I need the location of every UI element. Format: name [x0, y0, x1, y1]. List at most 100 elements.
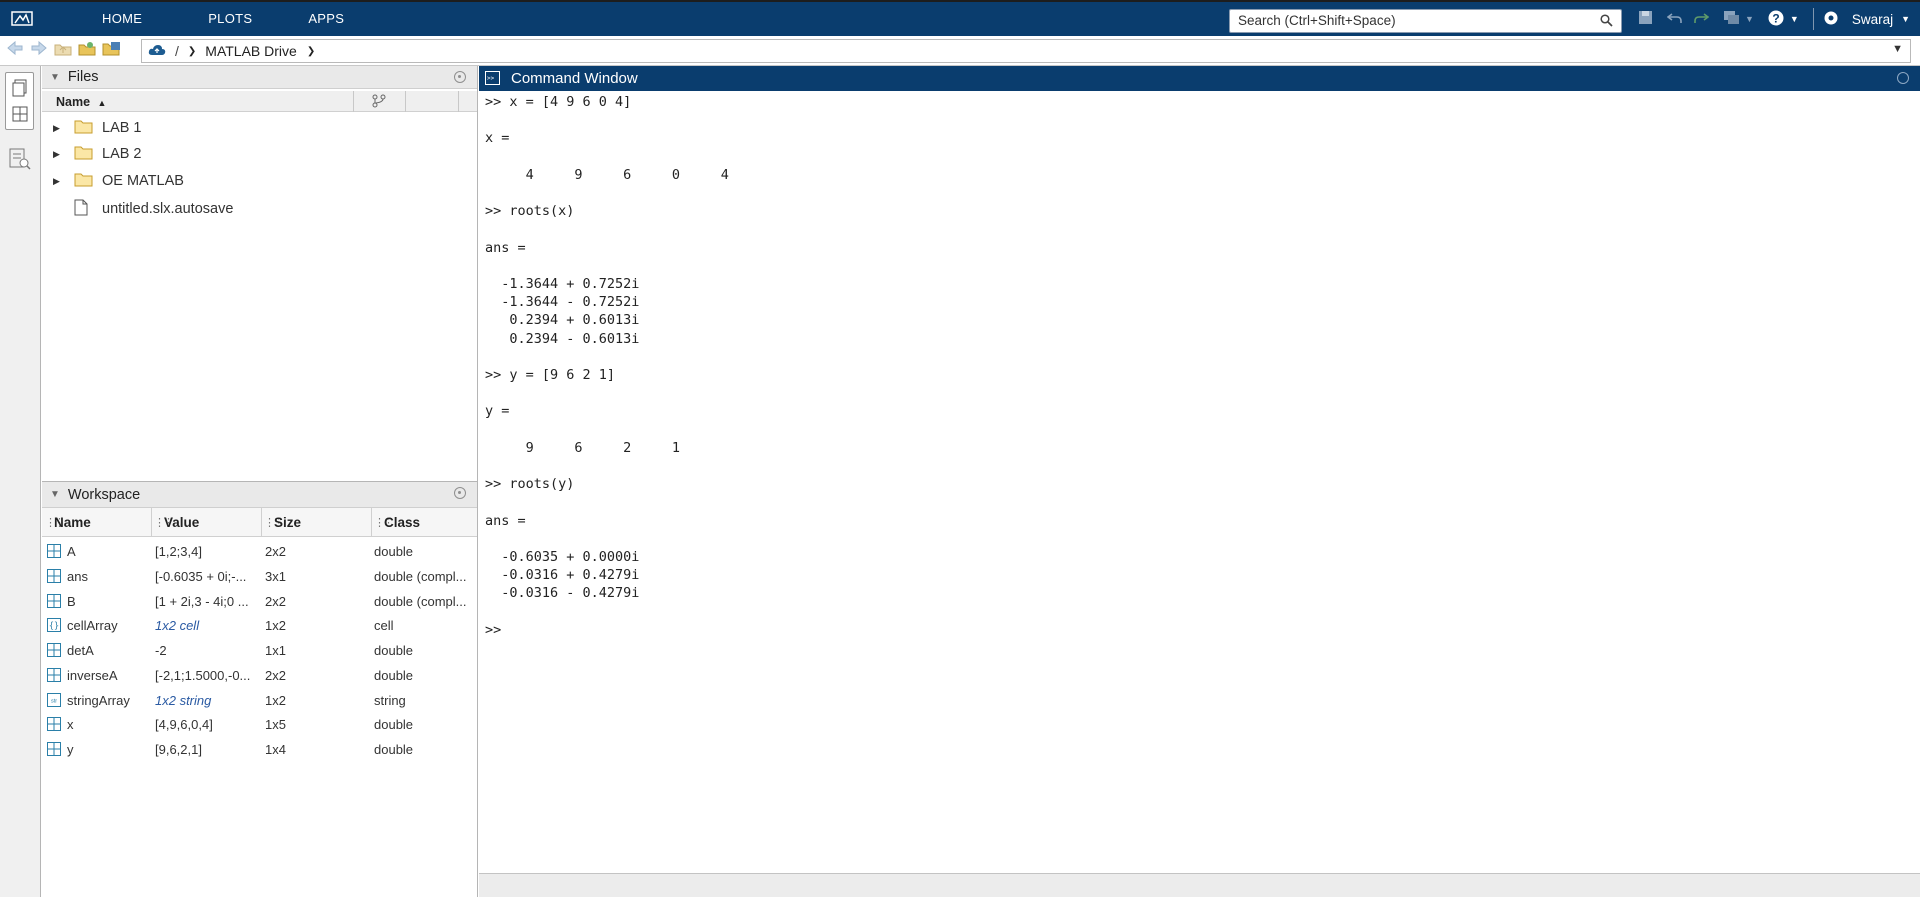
- variable-size: 1x2: [265, 693, 286, 708]
- expand-triangle-icon[interactable]: ▶: [53, 176, 62, 187]
- browse-folder-icon[interactable]: [78, 40, 96, 59]
- files-panel-icon[interactable]: [12, 79, 28, 100]
- matrix-icon: [47, 594, 61, 608]
- variable-size: 1x5: [265, 717, 286, 732]
- workspace-row-B[interactable]: B [1 + 2i,3 - 4i;0 ... 2x2 double (compl…: [42, 588, 477, 613]
- breadcrumb-root[interactable]: /: [175, 43, 179, 59]
- folder-row-oe-matlab[interactable]: ▶ OE MATLAB: [42, 169, 477, 193]
- user-chevron-down-icon[interactable]: ▼: [1901, 14, 1910, 24]
- up-folder-icon[interactable]: [54, 40, 72, 59]
- workspace-row-A[interactable]: A [1,2;3,4] 2x2 double: [42, 538, 477, 563]
- command-output[interactable]: >> x = [4 9 6 0 4] x = 4 9 6 0 4 >> root…: [485, 93, 729, 639]
- command-window-title: Command Window: [511, 70, 638, 87]
- search-icon[interactable]: [1600, 14, 1613, 30]
- folder-name: OE MATLAB: [102, 173, 184, 189]
- column-divider: [261, 508, 262, 537]
- variable-value: [4,9,6,0,4]: [155, 717, 213, 732]
- workspace-row-cellArray[interactable]: {} cellArray 1x2 cell 1x2 cell: [42, 612, 477, 637]
- class-column-header[interactable]: Class: [384, 515, 420, 530]
- workspace-panel-icon[interactable]: [12, 106, 28, 125]
- help-icon[interactable]: ?: [1768, 10, 1784, 29]
- breadcrumb-separator-icon: ❯: [187, 45, 197, 57]
- variable-size: 1x1: [265, 643, 286, 658]
- value-column-header[interactable]: Value: [164, 515, 199, 530]
- variable-name: cellArray: [67, 618, 118, 633]
- variable-name: inverseA: [67, 668, 118, 683]
- folder-row-lab1[interactable]: ▶ LAB 1: [42, 116, 477, 140]
- variable-value: [9,6,2,1]: [155, 742, 202, 757]
- workspace-panel-title: Workspace: [67, 486, 141, 503]
- path-history-chevron-down-icon[interactable]: ▼: [1892, 43, 1903, 55]
- variable-value: [1,2;3,4]: [155, 544, 202, 559]
- search-placeholder: Search (Ctrl+Shift+Space): [1238, 13, 1396, 28]
- undo-icon[interactable]: [1666, 11, 1683, 28]
- search-input[interactable]: Search (Ctrl+Shift+Space): [1229, 9, 1622, 33]
- file-name: untitled.slx.autosave: [102, 201, 234, 217]
- help-chevron-down-icon[interactable]: ▼: [1790, 14, 1799, 24]
- variable-name: stringArray: [67, 693, 130, 708]
- name-column-header[interactable]: Name: [54, 515, 91, 530]
- name-column-header[interactable]: Name ▲: [56, 95, 106, 109]
- file-row-untitled-autosave[interactable]: untitled.slx.autosave: [42, 197, 477, 221]
- variable-value: -2: [155, 643, 167, 658]
- variable-class: double: [374, 668, 414, 683]
- panel-options-icon[interactable]: [454, 71, 466, 83]
- redo-icon[interactable]: [1693, 11, 1710, 28]
- tab-apps[interactable]: APPS: [290, 2, 362, 36]
- folder-icon: [74, 119, 93, 138]
- save-icon[interactable]: [1638, 10, 1653, 28]
- chevron-down-icon[interactable]: ▼: [1745, 14, 1754, 24]
- divider: [1812, 8, 1814, 30]
- variable-class: double: [374, 742, 414, 757]
- column-divider: [371, 508, 372, 537]
- variable-size: 3x1: [265, 569, 286, 584]
- workspace-row-ans[interactable]: ans [-0.6035 + 0i;-... 3x1 double (compl…: [42, 563, 477, 588]
- breadcrumb-folder[interactable]: MATLAB Drive: [205, 43, 297, 59]
- current-folder-path[interactable]: / ❯ MATLAB Drive ❯ ▼: [141, 39, 1911, 63]
- tab-home[interactable]: HOME: [74, 2, 170, 36]
- panel-toggle-group: [5, 72, 34, 130]
- switch-windows-icon[interactable]: [1723, 10, 1741, 28]
- cloud-icon[interactable]: [148, 43, 166, 59]
- svg-text:>>: >>: [487, 75, 495, 82]
- folder-icon: [74, 172, 93, 191]
- back-arrow-icon[interactable]: [6, 40, 24, 59]
- name-column-label: Name: [56, 95, 91, 109]
- file-details-icon[interactable]: [9, 148, 31, 173]
- svg-text:{}: {}: [49, 622, 59, 632]
- svg-text:?: ?: [1772, 11, 1779, 25]
- workspace-panel-header: ▼ Workspace: [42, 482, 477, 508]
- workspace-row-detA[interactable]: detA -2 1x1 double: [42, 637, 477, 662]
- expand-triangle-icon[interactable]: ▶: [53, 149, 62, 160]
- collapse-triangle-icon[interactable]: ▼: [50, 72, 60, 83]
- workspace-row-y[interactable]: y [9,6,2,1] 1x4 double: [42, 736, 477, 761]
- collapse-triangle-icon[interactable]: ▼: [50, 489, 60, 500]
- matlab-online-window: HOME PLOTS APPS Search (Ctrl+Shift+Space…: [0, 0, 1920, 897]
- workspace-column-header: ⋮⋮ Name ⋮⋮ Value ⋮⋮ Size ⋮⋮ Class: [42, 508, 477, 537]
- folder-row-lab2[interactable]: ▶ LAB 2: [42, 142, 477, 166]
- expand-triangle-icon[interactable]: ▶: [53, 123, 62, 134]
- file-icon: [74, 199, 88, 220]
- user-name[interactable]: Swaraj: [1852, 12, 1893, 27]
- command-window[interactable]: >> Command Window >> x = [4 9 6 0 4] x =…: [479, 66, 1920, 897]
- matlab-logo-icon[interactable]: [0, 2, 44, 36]
- panel-options-icon[interactable]: [454, 487, 466, 499]
- variable-size: 1x2: [265, 618, 286, 633]
- workspace-row-x[interactable]: x [4,9,6,0,4] 1x5 double: [42, 711, 477, 736]
- workspace-row-stringArray[interactable]: str stringArray 1x2 string 1x2 string: [42, 687, 477, 712]
- variable-value: [-2,1;1.5000,-0...: [155, 668, 251, 683]
- source-control-icon[interactable]: [372, 94, 386, 111]
- column-divider: [405, 91, 406, 112]
- variable-size: 2x2: [265, 594, 286, 609]
- size-column-header[interactable]: Size: [274, 515, 301, 530]
- files-panel-title: Files: [67, 69, 99, 85]
- workspace-row-inverseA[interactable]: inverseA [-2,1;1.5000,-0... 2x2 double: [42, 662, 477, 687]
- matrix-icon: [47, 717, 61, 731]
- forward-arrow-icon[interactable]: [30, 40, 48, 59]
- account-icon[interactable]: [1824, 11, 1838, 28]
- panel-options-icon[interactable]: [1897, 72, 1909, 84]
- variable-class: double (compl...: [374, 594, 467, 609]
- folder-icon: [74, 145, 93, 164]
- tab-plots[interactable]: PLOTS: [170, 2, 290, 36]
- open-folder-icon[interactable]: [102, 40, 122, 59]
